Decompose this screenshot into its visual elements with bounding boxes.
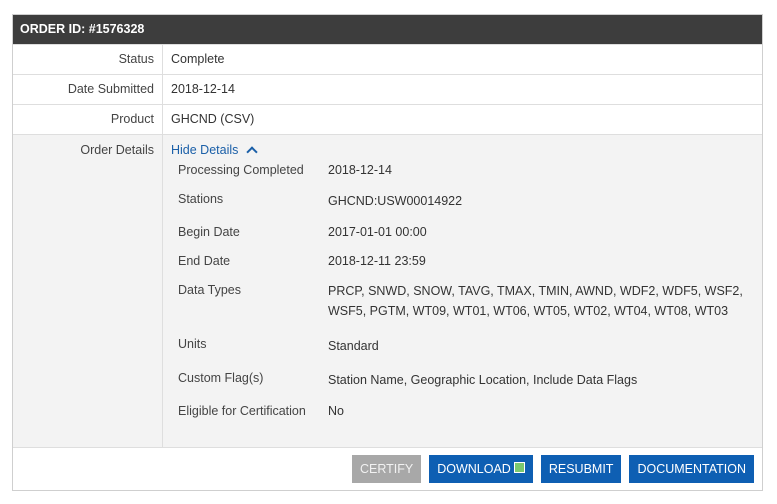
documentation-button[interactable]: DOCUMENTATION xyxy=(629,455,754,483)
status-label: Status xyxy=(13,45,163,74)
detail-key: Processing Completed xyxy=(178,163,304,177)
status-value: Complete xyxy=(171,52,225,66)
detail-value: 2018-12-14 xyxy=(328,163,392,177)
product-label: Product xyxy=(13,105,163,134)
detail-value: No xyxy=(328,404,344,418)
detail-value: Station Name, Geographic Location, Inclu… xyxy=(328,373,638,387)
date-submitted-label: Date Submitted xyxy=(13,75,163,104)
detail-key: Custom Flag(s) xyxy=(178,371,264,385)
order-details-row: Order Details Hide Details Processing Co… xyxy=(13,134,762,448)
product-row: Product GHCND (CSV) xyxy=(13,104,762,134)
detail-key: End Date xyxy=(178,254,231,268)
certify-button[interactable]: CERTIFY xyxy=(351,455,422,483)
chevron-up-icon xyxy=(246,145,259,158)
date-submitted-value: 2018-12-14 xyxy=(171,82,235,96)
detail-value: 2018-12-11 23:59 xyxy=(328,254,426,268)
hide-details-label: Hide Details xyxy=(171,143,239,157)
download-icon xyxy=(513,461,525,473)
date-submitted-row: Date Submitted 2018-12-14 xyxy=(13,74,762,104)
detail-value: GHCND:USW00014922 xyxy=(328,194,463,208)
detail-row-processing-completed: Processing Completed 2018-12-14 xyxy=(178,163,762,192)
detail-key: Stations xyxy=(178,192,224,206)
detail-key: Begin Date xyxy=(178,225,240,239)
order-details-content: Hide Details Processing Completed 2018-1… xyxy=(163,135,762,448)
detail-row-eligible-certification: Eligible for Certification No xyxy=(178,404,762,433)
detail-key: Eligible for Certification xyxy=(178,404,306,418)
documentation-label: DOCUMENTATION xyxy=(637,462,746,476)
product-value: GHCND (CSV) xyxy=(171,112,255,126)
detail-row-custom-flags: Custom Flag(s) Station Name, Geographic … xyxy=(178,371,762,404)
detail-value: PRCP, SNWD, SNOW, TAVG, TMAX, TMIN, AWND… xyxy=(328,284,743,318)
detail-row-units: Units Standard xyxy=(178,337,762,371)
download-button[interactable]: DOWNLOAD xyxy=(429,455,533,483)
hide-details-link[interactable]: Hide Details xyxy=(171,143,259,158)
resubmit-button[interactable]: RESUBMIT xyxy=(540,455,622,483)
details-table: Processing Completed 2018-12-14 Stations… xyxy=(178,163,762,433)
certify-label: CERTIFY xyxy=(359,462,414,476)
detail-row-begin-date: Begin Date 2017-01-01 00:00 xyxy=(178,225,762,254)
detail-key: Units xyxy=(178,337,207,351)
status-row: Status Complete xyxy=(13,44,762,74)
order-id-header: ORDER ID: #1576328 xyxy=(13,15,762,44)
detail-row-data-types: Data Types PRCP, SNWD, SNOW, TAVG, TMAX,… xyxy=(178,283,762,337)
order-panel: ORDER ID: #1576328 Status Complete Date … xyxy=(12,14,763,491)
detail-row-stations: Stations GHCND:USW00014922 xyxy=(178,192,762,225)
action-bar: CERTIFY DOWNLOAD RESUBMIT DOCUMENTATION xyxy=(13,447,762,490)
detail-key: Data Types xyxy=(178,283,242,297)
detail-value: Standard xyxy=(328,339,379,353)
download-label: DOWNLOAD xyxy=(437,462,511,476)
resubmit-label: RESUBMIT xyxy=(548,462,614,476)
order-details-label: Order Details xyxy=(13,135,163,448)
detail-row-end-date: End Date 2018-12-11 23:59 xyxy=(178,254,762,283)
detail-value: 2017-01-01 00:00 xyxy=(328,225,427,239)
